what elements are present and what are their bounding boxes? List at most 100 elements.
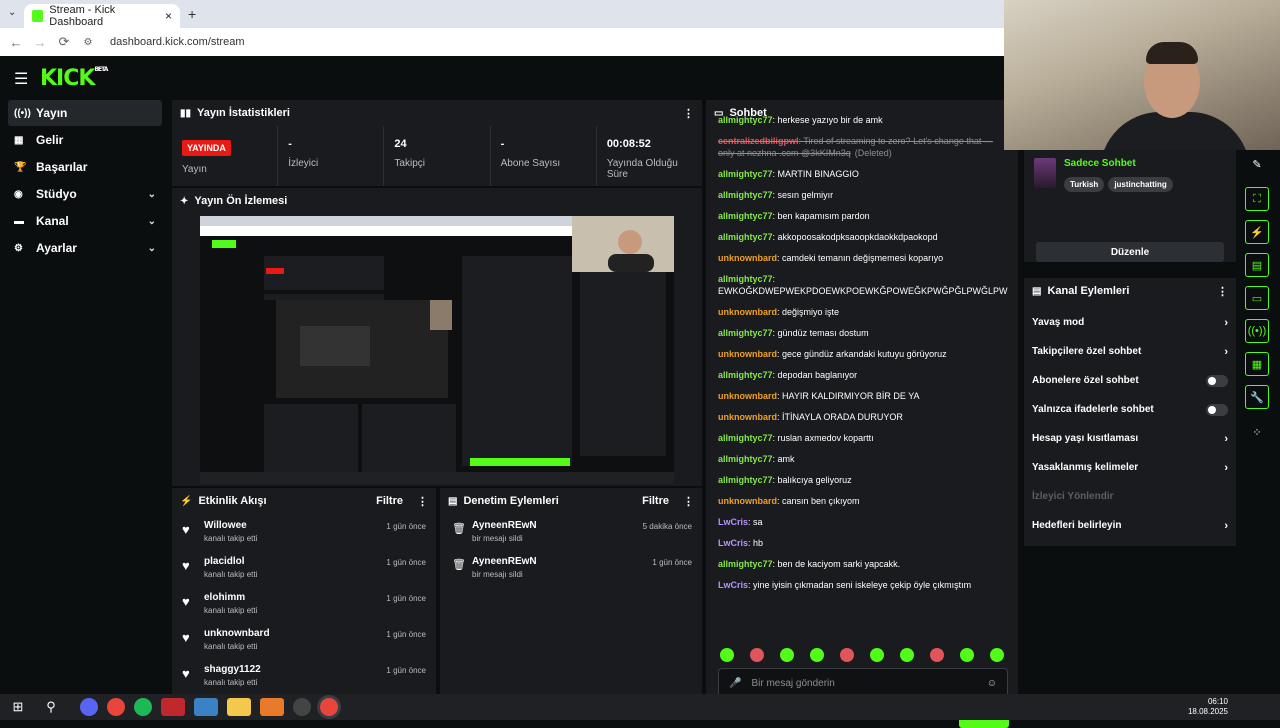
- forward-button[interactable]: →: [28, 35, 52, 50]
- chat-message[interactable]: allmightyc77: balıkcıya geliyoruz: [718, 474, 1008, 486]
- channel-action-3[interactable]: Abonelere özel sohbet: [1024, 366, 1236, 395]
- chat-username[interactable]: allmightyc77: [718, 190, 773, 200]
- toggle-switch[interactable]: [1206, 403, 1228, 416]
- chrome-active-icon[interactable]: [320, 698, 338, 716]
- tag-chip[interactable]: justinchatting: [1108, 177, 1173, 192]
- chat-username[interactable]: allmightyc77: [718, 370, 773, 380]
- tab-list-button[interactable]: ⌄: [8, 7, 16, 18]
- activity-item[interactable]: ♥ elohimm kanalı takip etti 1 gün önce: [172, 586, 436, 622]
- chat-message[interactable]: allmightyc77: sesın gelmiyır: [718, 189, 1008, 201]
- chat-username[interactable]: allmightyc77: [718, 211, 773, 221]
- chat-username[interactable]: allmightyc77: [718, 433, 773, 443]
- emoji-icon[interactable]: ☺: [987, 678, 997, 689]
- tab-close-button[interactable]: ×: [165, 9, 172, 23]
- emote-icon[interactable]: [810, 648, 824, 662]
- category-name[interactable]: Sadece Sohbet: [1064, 158, 1177, 169]
- system-clock[interactable]: 06:10 18.08.2025: [1188, 697, 1228, 717]
- site-info-icon[interactable]: ⚙: [76, 37, 100, 48]
- chat-message[interactable]: allmightyc77: amk: [718, 453, 1008, 465]
- sidebar-item-gelir[interactable]: ▦ Gelir: [8, 127, 162, 153]
- tag-chip[interactable]: Turkish: [1064, 177, 1105, 192]
- new-tab-button[interactable]: +: [188, 6, 196, 22]
- broadcast-icon[interactable]: ((•)): [1245, 319, 1269, 343]
- chat-username[interactable]: allmightyc77: [718, 115, 773, 125]
- more-options-icon[interactable]: ⋮: [1217, 285, 1228, 298]
- activity-item[interactable]: ♥ unknownbard kanalı takip etti 1 gün önce: [172, 622, 436, 658]
- chat-username[interactable]: allmightyc77: [718, 169, 773, 179]
- moderation-item[interactable]: 🗑 AyneenREwN bir mesajı sildi 1 gün önce: [440, 550, 702, 586]
- channel-action-5[interactable]: Hesap yaşı kısıtlaması ›: [1024, 424, 1236, 453]
- chat-message[interactable]: unknownbard: camdeki temanın değişmemesi…: [718, 252, 1008, 264]
- app-icon-1[interactable]: [80, 698, 98, 716]
- chat-message[interactable]: allmightyc77: akkopoosakodpksaoopkdaokkd…: [718, 231, 1008, 243]
- chat-message[interactable]: allmightyc77: EWKOĞKDWEPWEKPDOEWKPOEWKĞP…: [718, 273, 1008, 297]
- microphone-icon[interactable]: 🎤: [729, 678, 741, 689]
- chat-message[interactable]: allmightyc77: gündüz teması dostum: [718, 327, 1008, 339]
- activity-item[interactable]: ♥ Willowee kanalı takip etti 1 gün önce: [172, 514, 436, 550]
- emote-icon[interactable]: [870, 648, 884, 662]
- kick-logo[interactable]: KICKBETA: [40, 66, 108, 91]
- chat-username[interactable]: unknownbard: [718, 307, 777, 317]
- toggle-switch[interactable]: [1206, 374, 1228, 387]
- chat-username[interactable]: unknownbard: [718, 253, 777, 263]
- chat-username[interactable]: allmightyc77: [718, 475, 773, 485]
- activity-item[interactable]: ♥ shaggy1122 kanalı takip etti 1 gün önce: [172, 658, 436, 694]
- channel-action-2[interactable]: Takipçilere özel sohbet ›: [1024, 337, 1236, 366]
- chat-username[interactable]: unknownbard: [718, 412, 777, 422]
- filter-button[interactable]: Filtre: [642, 495, 669, 507]
- sidebar-item-studyo[interactable]: ◉ Stüdyo ⌄: [8, 181, 162, 207]
- layout-icon[interactable]: ▦: [1245, 352, 1269, 376]
- sidebar-item-kanal[interactable]: ▬ Kanal ⌄: [8, 208, 162, 234]
- emote-icon[interactable]: [750, 648, 764, 662]
- chat-message[interactable]: unknownbard: İTİNAYLA ORADA DURUYOR: [718, 411, 1008, 423]
- chat-username[interactable]: allmightyc77: [718, 274, 773, 284]
- chat-username[interactable]: unknownbard: [718, 391, 777, 401]
- chat-username[interactable]: unknownbard: [718, 349, 777, 359]
- chat-message[interactable]: unknownbard: değişmiyo işte: [718, 306, 1008, 318]
- chat-username[interactable]: allmightyc77: [718, 454, 773, 464]
- wrench-icon[interactable]: 🔧: [1245, 385, 1269, 409]
- fullscreen-icon[interactable]: ⛶: [1245, 187, 1269, 211]
- sidebar-item-basarilar[interactable]: 🏆 Başarılar: [8, 154, 162, 180]
- chat-username[interactable]: centralizedbiligpwl: [718, 136, 799, 146]
- emote-icon[interactable]: [840, 648, 854, 662]
- hamburger-menu-icon[interactable]: ☰: [14, 69, 28, 89]
- chat-username[interactable]: allmightyc77: [718, 328, 773, 338]
- chat-message[interactable]: LwCris: hb: [718, 537, 1008, 549]
- channel-action-4[interactable]: Yalnızca ifadelerle sohbet: [1024, 395, 1236, 424]
- channel-action-1[interactable]: Yavaş mod ›: [1024, 308, 1236, 337]
- chat-message[interactable]: allmightyc77: ben kapamısım pardon: [718, 210, 1008, 222]
- chat-username[interactable]: LwCris: [718, 538, 748, 548]
- chat-message[interactable]: allmightyc77: depodan baglanıyor: [718, 369, 1008, 381]
- more-options-icon[interactable]: ⋮: [683, 107, 694, 120]
- notes-icon[interactable]: ▤: [1245, 253, 1269, 277]
- dots-icon[interactable]: ⁘: [1242, 418, 1272, 446]
- chat-message[interactable]: allmightyc77: MARTIN BINAGGIO: [718, 168, 1008, 180]
- chat-message[interactable]: unknownbard: gece gündüz arkandaki kutuy…: [718, 348, 1008, 360]
- chat-message-list[interactable]: allmightyc77: herkese yazıyo bir de amk c…: [718, 115, 1008, 600]
- pencil-icon[interactable]: ✎: [1242, 150, 1272, 178]
- emote-icon[interactable]: [930, 648, 944, 662]
- chat-message[interactable]: allmightyc77: ben de kaciyom sarki yapca…: [718, 558, 1008, 570]
- reload-button[interactable]: ⟳: [52, 34, 76, 50]
- stream-preview-video[interactable]: [200, 216, 674, 484]
- chat-username[interactable]: LwCris: [718, 580, 748, 590]
- emote-icon[interactable]: [990, 648, 1004, 662]
- lightning-icon[interactable]: ⚡: [1245, 220, 1269, 244]
- emote-icon[interactable]: [720, 648, 734, 662]
- app-icon-3[interactable]: [194, 698, 218, 716]
- chat-message[interactable]: unknownbard: HAYIR KALDIRMIYOR BİR DE YA: [718, 390, 1008, 402]
- more-options-icon[interactable]: ⋮: [417, 495, 428, 508]
- emote-icon[interactable]: [780, 648, 794, 662]
- chrome-icon[interactable]: [107, 698, 125, 716]
- emote-icon[interactable]: [900, 648, 914, 662]
- channel-action-6[interactable]: Yasaklanmış kelimeler ›: [1024, 453, 1236, 482]
- moderation-item[interactable]: 🗑 AyneenREwN bir mesajı sildi 5 dakika önce: [440, 514, 702, 550]
- app-icon-2[interactable]: [161, 698, 185, 716]
- chat-username[interactable]: allmightyc77: [718, 232, 773, 242]
- chat-username[interactable]: allmightyc77: [718, 559, 773, 569]
- app-icon-5[interactable]: [293, 698, 311, 716]
- browser-tab-active[interactable]: Stream - Kick Dashboard ×: [24, 4, 180, 28]
- edit-stream-info-button[interactable]: Düzenle: [1036, 242, 1224, 262]
- back-button[interactable]: ←: [4, 35, 28, 50]
